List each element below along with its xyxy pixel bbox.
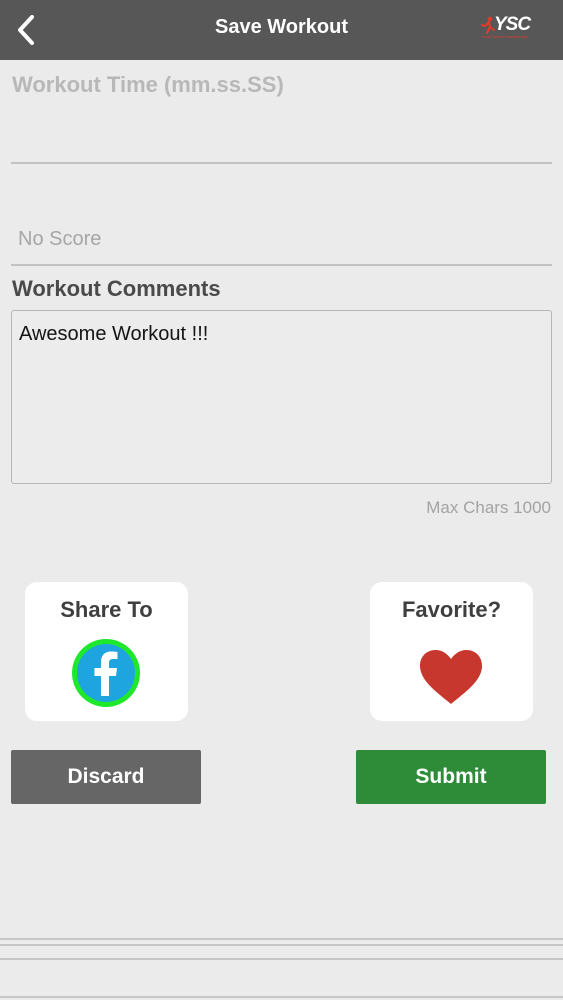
favorite-label: Favorite? bbox=[401, 597, 502, 622]
favorite-card: Favorite? bbox=[370, 582, 533, 721]
runner-icon bbox=[481, 16, 495, 34]
discard-button[interactable]: Discard bbox=[11, 750, 201, 804]
brand-name: YSC bbox=[494, 14, 531, 35]
workout-comments-textarea[interactable]: Awesome Workout !!! bbox=[11, 310, 552, 484]
share-label: Share To bbox=[60, 597, 153, 622]
submit-button[interactable]: Submit bbox=[356, 750, 546, 804]
bottom-divider bbox=[0, 938, 563, 1000]
facebook-icon[interactable] bbox=[71, 638, 141, 708]
page-title: Save Workout bbox=[215, 16, 348, 38]
score-input[interactable] bbox=[11, 214, 552, 266]
workout-time-label: Workout Time (mm.ss.SS) bbox=[12, 72, 284, 97]
workout-time-input[interactable] bbox=[11, 104, 552, 164]
workout-comments-label: Workout Comments bbox=[12, 276, 221, 301]
heart-icon[interactable] bbox=[418, 648, 484, 706]
max-chars-hint: Max Chars 1000 bbox=[426, 498, 551, 517]
top-app-bar: Save Workout YSC Youth Sports Conditioni… bbox=[0, 0, 563, 60]
brand-logo: YSC Youth Sports Conditioning bbox=[481, 14, 537, 44]
share-card: Share To bbox=[25, 582, 188, 721]
brand-tagline: Youth Sports Conditioning bbox=[481, 34, 528, 39]
